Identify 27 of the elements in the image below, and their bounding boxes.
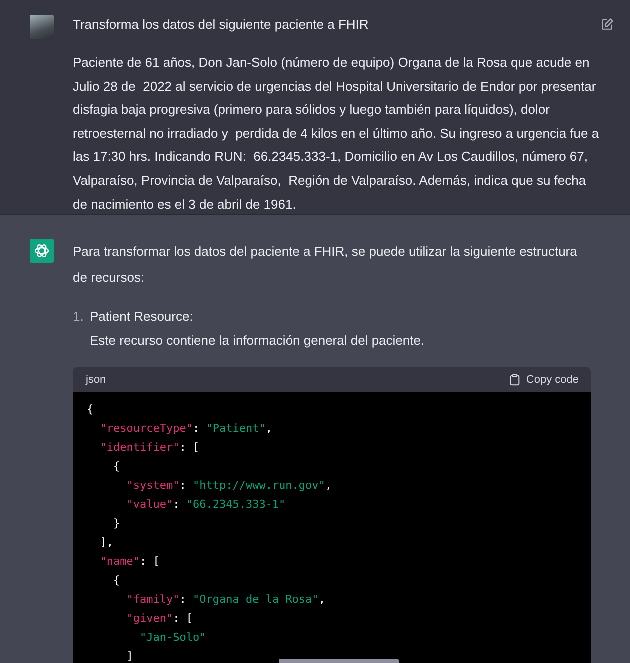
list-item-title: Patient Resource: [90, 308, 194, 326]
code-line: "identifier": [ [99, 440, 200, 456]
message-text: Transforma los datos del siguiente paciente a FHIR [73, 16, 370, 34]
code-line: } [112, 516, 120, 532]
assistant-logo-icon [30, 239, 54, 263]
code-line: "value": "66.2345.333-1" [126, 497, 286, 513]
message-text: Para transformar los datos del paciente a FHIR, se puede utilizar la siguiente estructura de recursos: [73, 243, 578, 287]
code-line: "name": [ [99, 554, 160, 570]
list-number: 1. [73, 308, 85, 326]
clipboard-icon [510, 374, 520, 386]
code-line: "resourceType": "Patient", [99, 421, 272, 437]
code-language-label: json [86, 374, 106, 386]
message-text: Paciente de 61 años, Don Jan-Solo (número de equipo) Organa de la Rosa que acude en Julio 28 de 2022 al servicio de urgencias del Hospital Universitario de Endor por presentar disfagia baja progresiva (primero para sólidos y luego también para líquidos), dolor retroesternal no irradiado y perdida de 4 kilos en el último año. Su ingreso a urgencia fue a las 17:30 hrs. Indicando RUN: 66.2345.333-1, Domicilio en Av Los Caudillos, número 67, Valparaíso, Provincia de Valparaíso, Región de Valparaíso. Además, indica que su fecha de nacimiento es el 3 de abril de 1961. [73, 54, 600, 214]
user-avatar [30, 15, 54, 39]
code-line: ] [126, 649, 134, 663]
code-line: { [87, 402, 94, 418]
copy-code-button[interactable]: Copy code [510, 374, 579, 386]
list-item-description: Este recurso contiene la información general del paciente. [90, 332, 425, 350]
code-line: "given": [ [126, 611, 193, 627]
code-line: "system": "http://www.run.gov", [126, 478, 332, 494]
code-line: { [112, 573, 120, 589]
code-line: ], [99, 535, 114, 551]
code-line: "family": "Organa de la Rosa", [126, 592, 326, 608]
scrollbar-thumb[interactable] [279, 659, 399, 663]
edit-icon[interactable] [601, 18, 614, 31]
code-line: "Jan-Solo" [138, 630, 206, 646]
code-line: { [112, 459, 120, 475]
